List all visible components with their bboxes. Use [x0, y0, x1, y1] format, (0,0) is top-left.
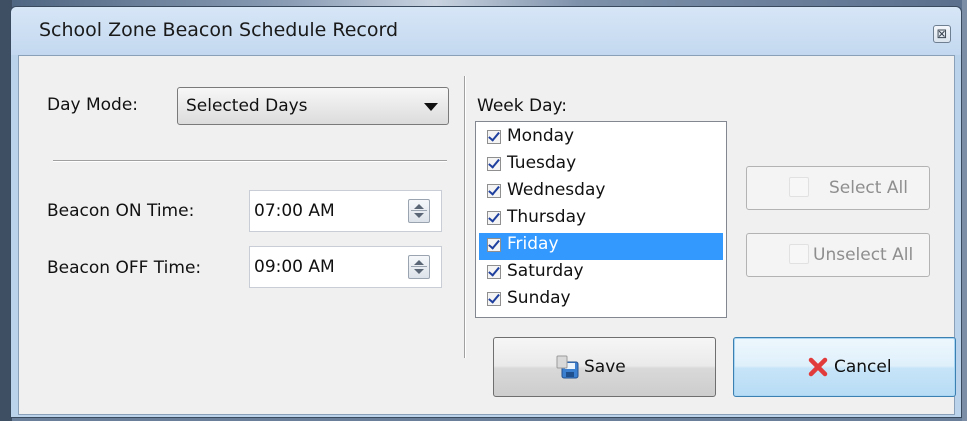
list-item-label: Monday	[507, 126, 575, 146]
cancel-label: Cancel	[834, 357, 892, 377]
vertical-divider	[464, 76, 466, 358]
list-item-label: Thursday	[507, 207, 587, 227]
close-icon: ⊠	[936, 27, 948, 42]
checkbox-monday[interactable]	[487, 130, 501, 144]
list-item-sunday[interactable]: Sunday	[479, 287, 723, 314]
list-item-saturday[interactable]: Saturday	[479, 260, 723, 287]
beacon-on-time-value: 07:00 AM	[254, 201, 335, 221]
list-item-label: Wednesday	[507, 180, 606, 200]
beacon-off-spinner[interactable]	[408, 255, 430, 279]
window-title: School Zone Beacon Schedule Record	[39, 19, 399, 41]
spin-down-icon[interactable]	[414, 213, 424, 218]
spinner-divider	[411, 266, 427, 267]
checkbox-friday[interactable]	[487, 238, 501, 252]
spinner-divider	[411, 210, 427, 211]
list-item-label: Saturday	[507, 261, 584, 281]
save-button[interactable]: Save	[493, 337, 716, 397]
checkbox-thursday[interactable]	[487, 211, 501, 225]
close-button[interactable]: ⊠	[933, 25, 951, 43]
spin-up-icon[interactable]	[414, 260, 424, 265]
beacon-on-label: Beacon ON Time:	[47, 201, 195, 221]
week-day-label: Week Day:	[477, 96, 568, 116]
title-bar[interactable]: School Zone Beacon Schedule Record ⊠	[11, 7, 961, 55]
list-item-wednesday[interactable]: Wednesday	[479, 179, 723, 206]
checkbox-wednesday[interactable]	[487, 184, 501, 198]
list-item-label: Sunday	[507, 288, 571, 308]
beacon-off-time-value: 09:00 AM	[254, 257, 335, 277]
list-item-label: Tuesday	[507, 153, 577, 173]
beacon-on-time-input[interactable]: 07:00 AM	[249, 190, 442, 232]
dialog-window: School Zone Beacon Schedule Record ⊠ Day…	[10, 6, 962, 418]
beacon-off-label: Beacon OFF Time:	[47, 258, 202, 278]
select-all-button[interactable]: Select All	[746, 166, 930, 210]
select-all-label: Select All	[829, 178, 908, 198]
week-day-list[interactable]: Monday Tuesday Wednesday Thursday Friday…	[475, 121, 727, 318]
list-item-label: Friday	[507, 234, 559, 254]
x-cancel-icon	[808, 357, 828, 377]
list-item-thursday[interactable]: Thursday	[479, 206, 723, 233]
dialog-body: Day Mode: Selected Days Beacon ON Time: …	[18, 55, 956, 415]
checkbox-tuesday[interactable]	[487, 157, 501, 171]
checkbox-saturday[interactable]	[487, 265, 501, 279]
select-all-checkbox-icon	[789, 177, 809, 197]
unselect-all-button[interactable]: Unselect All	[746, 233, 930, 277]
day-mode-dropdown[interactable]: Selected Days	[177, 87, 449, 125]
chevron-down-icon	[424, 103, 438, 111]
list-item-tuesday[interactable]: Tuesday	[479, 152, 723, 179]
spin-up-icon[interactable]	[414, 204, 424, 209]
unselect-all-checkbox-icon	[789, 244, 809, 264]
beacon-off-time-input[interactable]: 09:00 AM	[249, 246, 442, 288]
beacon-on-spinner[interactable]	[408, 199, 430, 223]
cancel-button[interactable]: Cancel	[733, 337, 956, 397]
save-label: Save	[584, 357, 626, 377]
list-item-monday[interactable]: Monday	[479, 125, 723, 152]
horizontal-divider	[53, 160, 447, 162]
unselect-all-label: Unselect All	[813, 245, 914, 265]
day-mode-label: Day Mode:	[47, 95, 139, 115]
checkbox-sunday[interactable]	[487, 292, 501, 306]
desktop-background-right	[962, 0, 967, 421]
day-mode-value: Selected Days	[186, 96, 308, 116]
save-disk-icon	[556, 355, 579, 379]
spin-down-icon[interactable]	[414, 269, 424, 274]
list-item-friday[interactable]: Friday	[479, 233, 723, 260]
